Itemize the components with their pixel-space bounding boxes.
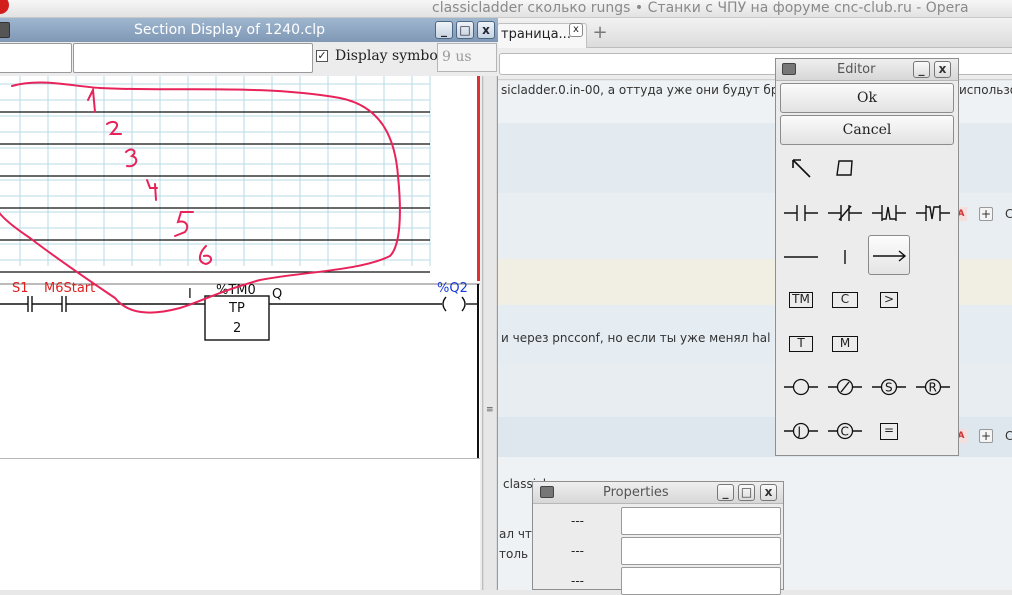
close-button[interactable]: x (477, 21, 495, 39)
timer-type-label: TP (228, 301, 245, 316)
window-menu-icon[interactable] (782, 63, 796, 75)
section-entry-2[interactable] (73, 43, 313, 73)
set-coil-icon[interactable]: S (868, 367, 910, 407)
timer-value-label: 2 (233, 321, 241, 336)
timer-input-pin: I (188, 287, 192, 302)
reset-coil-icon[interactable]: R (912, 367, 954, 407)
annotation-number-4: 4 (147, 199, 148, 201)
section-entry-1[interactable] (0, 43, 72, 73)
section-empty-area (0, 458, 480, 590)
open-contact-icon[interactable] (780, 193, 822, 233)
section-marker-bar (477, 76, 480, 281)
rung-lines (0, 111, 430, 273)
minimize-button[interactable]: _ (913, 61, 930, 78)
editor-title-bar[interactable]: Editor _ x (776, 59, 958, 81)
annotation-number-6: 6 (198, 263, 199, 265)
property-label: --- (571, 574, 584, 588)
call-coil-icon[interactable]: C (824, 411, 866, 451)
forum-post-text: и через pncconf, но если ты уже менял ha… (501, 331, 789, 345)
forum-post-text: использов (959, 83, 1012, 97)
close-button[interactable]: x (760, 484, 777, 501)
monostable-icon[interactable]: M (832, 336, 858, 352)
properties-title: Properties (603, 485, 669, 500)
forum-post-text: sicladder.0.in-00, а оттуда уже они буду… (501, 83, 814, 97)
ok-button[interactable]: Ok (780, 83, 954, 113)
forum-edge-text: C (1005, 429, 1012, 443)
jump-coil-letter: J (797, 425, 802, 439)
contact-s1-label: S1 (12, 281, 29, 296)
minimize-button[interactable]: _ (435, 21, 453, 39)
rising-edge-contact-icon[interactable] (868, 193, 910, 233)
browser-tab-label: траница... (501, 27, 571, 42)
editor-title: Editor (837, 62, 876, 77)
pointer-tool-icon[interactable] (780, 149, 822, 189)
annotation-number-3: 3 (126, 167, 127, 169)
counter-icon[interactable]: C (832, 292, 858, 308)
operate-block-icon[interactable]: = (880, 423, 898, 440)
display-symbols-checkbox[interactable]: ✓ (316, 50, 328, 62)
section-window-title: Section Display of 1240.clp (134, 22, 326, 38)
long-connection-icon[interactable] (868, 235, 910, 275)
falling-edge-contact-icon[interactable] (912, 193, 954, 233)
property-field[interactable] (621, 567, 781, 595)
forum-plus-button[interactable]: + (979, 429, 993, 443)
maximize-button[interactable]: □ (456, 21, 474, 39)
browser-title-bar: classicladder сколько rungs • Станки с Ч… (0, 0, 1012, 18)
handwritten-annotation (0, 81, 401, 314)
forum-post-text: толь (499, 547, 529, 561)
scan-time-field: 9 us (437, 43, 497, 72)
closed-contact-icon[interactable] (824, 193, 866, 233)
ladder-diagram: S1 M6Start I %TM0 Q TP 2 %Q2 1 2 3 4 5 6 (0, 76, 480, 458)
properties-title-bar[interactable]: Properties _ □ x (533, 482, 783, 504)
coil-icon[interactable] (780, 367, 822, 407)
timer-var-label: %TM0 (216, 283, 256, 298)
property-field[interactable] (621, 507, 781, 535)
browser-tab-bar: траница... x + (497, 18, 1012, 48)
reset-coil-letter: R (929, 381, 937, 395)
timer-output-pin: Q (272, 287, 282, 302)
cancel-button[interactable]: Cancel (780, 115, 954, 145)
new-tab-icon[interactable]: + (591, 24, 609, 42)
close-button[interactable]: x (934, 61, 951, 78)
jump-coil-icon[interactable]: J (780, 411, 822, 451)
display-symbols-label: Display symbols (335, 48, 450, 64)
section-title-bar[interactable]: Section Display of 1240.clp _ □ x (0, 18, 498, 42)
property-field[interactable] (621, 537, 781, 565)
ladder-canvas[interactable]: S1 M6Start I %TM0 Q TP 2 %Q2 1 2 3 4 5 6 (0, 76, 480, 458)
browser-window-title: classicladder сколько rungs • Станки с Ч… (432, 0, 969, 16)
tab-close-icon[interactable]: x (569, 23, 583, 37)
section-scrollbar[interactable]: ≡ (482, 76, 497, 590)
window-menu-icon[interactable] (540, 486, 554, 498)
annotation-number-2: 2 (108, 135, 109, 137)
vertical-connection-icon[interactable] (824, 237, 866, 277)
section-toolbar: ✓ Display symbols 9 us (0, 42, 498, 76)
eraser-tool-icon[interactable] (824, 149, 866, 189)
minimize-button[interactable]: _ (717, 484, 734, 501)
old-timer-icon[interactable]: T (789, 336, 813, 352)
window-menu-icon[interactable] (0, 22, 10, 38)
call-coil-letter: C (841, 425, 849, 439)
inverted-coil-icon[interactable] (824, 367, 866, 407)
coil-q2-label: %Q2 (437, 281, 468, 296)
properties-window: Properties _ □ x --- --- --- (532, 481, 784, 595)
ladder-grid (0, 76, 431, 266)
scrollbar-thumb[interactable] (484, 76, 496, 590)
forum-edge-text: C (1005, 207, 1012, 221)
editor-window: Editor _ x Ok Cancel TM C > T M S R J C … (775, 58, 959, 456)
property-label: --- (571, 544, 584, 558)
section-display-window: Section Display of 1240.clp _ □ x ✓ Disp… (0, 18, 498, 590)
compare-icon[interactable]: > (880, 292, 898, 308)
timer-iec-icon[interactable]: TM (789, 292, 813, 308)
forum-plus-button[interactable]: + (979, 207, 993, 221)
property-label: --- (571, 514, 584, 528)
contact-m6start-label: M6Start (44, 281, 95, 296)
set-coil-letter: S (885, 381, 893, 395)
scrollbar-grip-icon: ≡ (486, 405, 494, 415)
maximize-button[interactable]: □ (738, 484, 755, 501)
horizontal-connection-icon[interactable] (780, 237, 822, 277)
